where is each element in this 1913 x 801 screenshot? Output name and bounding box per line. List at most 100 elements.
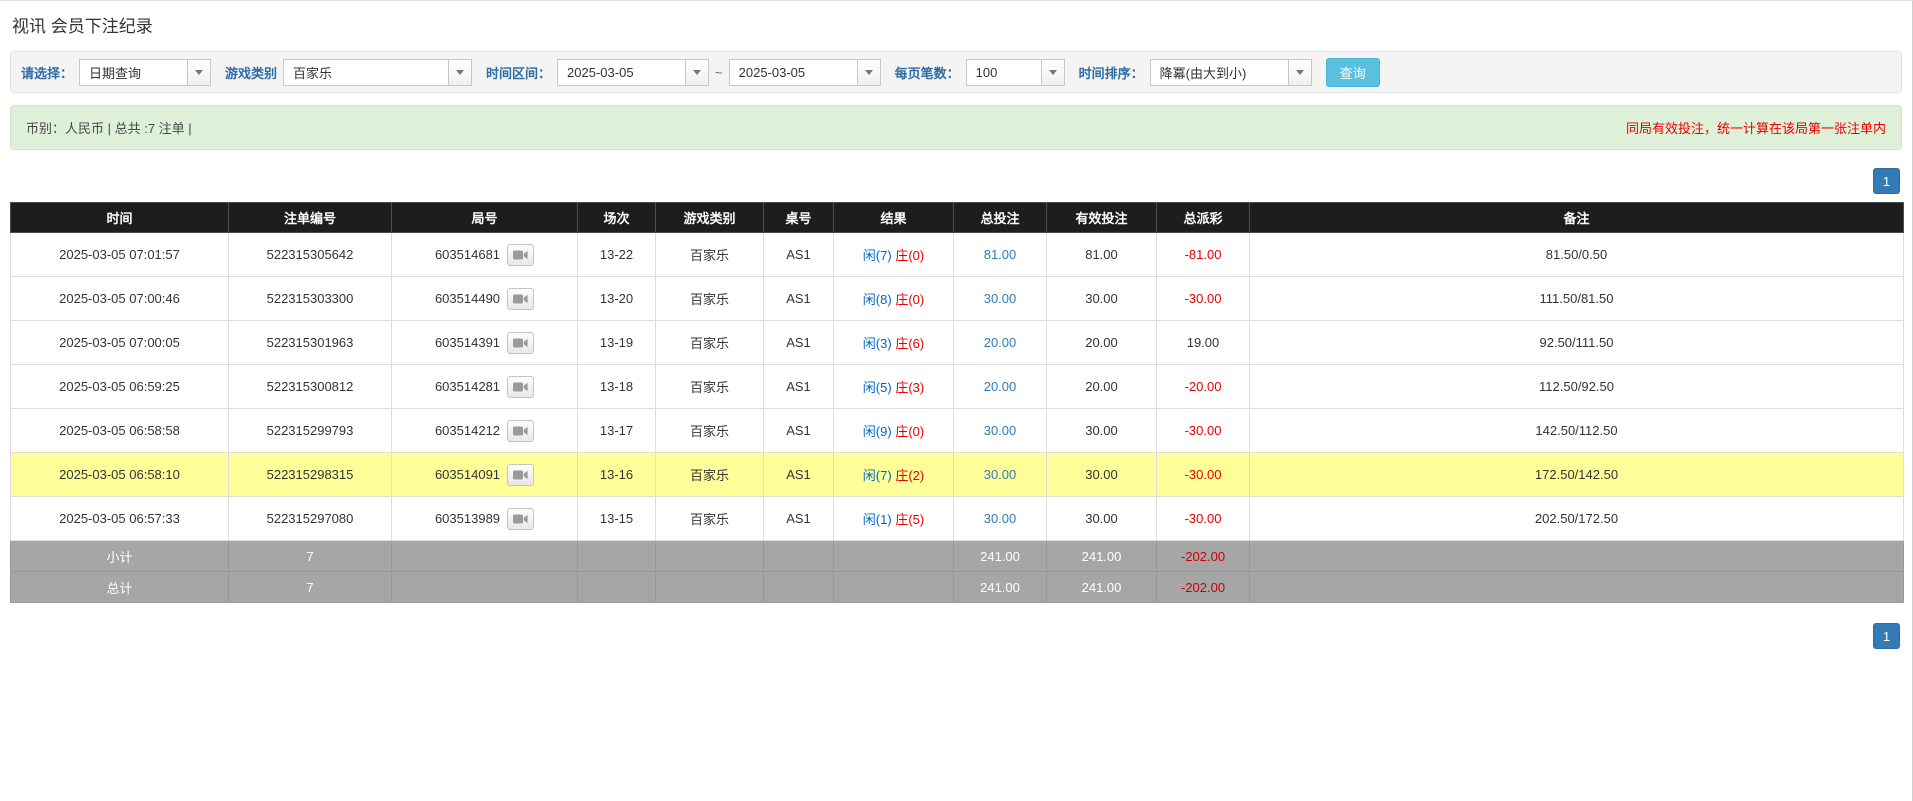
column-header: 结果: [834, 203, 954, 233]
column-header: 时间: [11, 203, 229, 233]
video-replay-button[interactable]: [507, 420, 534, 442]
game-type-select[interactable]: 百家乐: [283, 59, 472, 86]
chevron-down-icon[interactable]: [1288, 59, 1312, 86]
total-bet-link[interactable]: 20.00: [984, 335, 1017, 350]
cell-remark: 172.50/142.50: [1250, 453, 1904, 497]
sort-label: 时间排序：: [1079, 63, 1144, 82]
cell-table-no: AS1: [764, 497, 834, 541]
round-number: 603514212: [435, 423, 500, 438]
video-replay-button[interactable]: [507, 244, 534, 266]
pagination-bottom: 1: [12, 623, 1900, 649]
cell-result: 闲(7) 庄(0): [834, 233, 954, 277]
sort-select[interactable]: 降冪(由大到小): [1150, 59, 1312, 86]
table-row: 2025-03-05 06:58:10522315298315603514091…: [11, 453, 1904, 497]
cell-payout: -30.00: [1157, 497, 1250, 541]
cell-total-bet: 20.00: [954, 321, 1047, 365]
cell-game-type: 百家乐: [656, 453, 764, 497]
per-page-select[interactable]: 100: [966, 59, 1065, 86]
cell-total-bet: 30.00: [954, 453, 1047, 497]
video-camera-icon: [513, 513, 528, 525]
result-banker: 庄(0): [895, 424, 924, 439]
betting-records-table: 时间注单编号局号场次游戏类别桌号结果总投注有效投注总派彩备注 2025-03-0…: [10, 202, 1904, 603]
page-1-button[interactable]: 1: [1873, 623, 1900, 649]
table-header-row: 时间注单编号局号场次游戏类别桌号结果总投注有效投注总派彩备注: [11, 203, 1904, 233]
total-total-bet: 241.00: [954, 572, 1047, 603]
total-bet-link[interactable]: 30.00: [984, 291, 1017, 306]
video-replay-button[interactable]: [507, 508, 534, 530]
page-1-button[interactable]: 1: [1873, 168, 1900, 194]
caret-glyph: [195, 70, 203, 75]
summary-bar: 币别：人民币 | 总共 :7 注单 | 同局有效投注，统一计算在该局第一张注单内: [10, 105, 1902, 150]
currency-total-info: 币别：人民币 | 总共 :7 注单 |: [26, 118, 192, 137]
total-bet-link[interactable]: 30.00: [984, 511, 1017, 526]
cell-result: 闲(7) 庄(2): [834, 453, 954, 497]
cell-remark: 81.50/0.50: [1250, 233, 1904, 277]
result-player: 闲(7): [863, 248, 892, 263]
total-label: 总计: [11, 572, 229, 603]
cell-total-bet: 81.00: [954, 233, 1047, 277]
video-camera-icon: [513, 293, 528, 305]
total-bet-link[interactable]: 81.00: [984, 247, 1017, 262]
video-replay-button[interactable]: [507, 376, 534, 398]
cell-session: 13-15: [578, 497, 656, 541]
time-range-group: 时间区间： 2025-03-05 ~ 2025-03-05: [486, 59, 881, 86]
chevron-down-icon[interactable]: [685, 59, 709, 86]
time-range-label: 时间区间：: [486, 63, 551, 82]
column-header: 备注: [1250, 203, 1904, 233]
cell-bet-id: 522315305642: [229, 233, 392, 277]
search-button[interactable]: 查询: [1326, 58, 1380, 87]
cell-table-no: AS1: [764, 321, 834, 365]
total-bet-link[interactable]: 30.00: [984, 467, 1017, 482]
cell-game-type: 百家乐: [656, 365, 764, 409]
chevron-down-icon[interactable]: [1041, 59, 1065, 86]
date-from-value: 2025-03-05: [557, 59, 685, 86]
total-row: 总计 7 241.00 241.00 -202.00: [11, 572, 1904, 603]
column-header: 有效投注: [1047, 203, 1157, 233]
chevron-down-icon[interactable]: [857, 59, 881, 86]
cell-total-bet: 30.00: [954, 277, 1047, 321]
video-replay-button[interactable]: [507, 288, 534, 310]
video-replay-button[interactable]: [507, 464, 534, 486]
table-row: 2025-03-05 06:59:25522315300812603514281…: [11, 365, 1904, 409]
date-to-picker[interactable]: 2025-03-05: [729, 59, 881, 86]
cell-time: 2025-03-05 07:01:57: [11, 233, 229, 277]
column-header: 游戏类别: [656, 203, 764, 233]
video-replay-button[interactable]: [507, 332, 534, 354]
pagination-top: 1: [12, 168, 1900, 194]
total-count: 7: [229, 572, 392, 603]
cell-remark: 92.50/111.50: [1250, 321, 1904, 365]
cell-bet-id: 522315298315: [229, 453, 392, 497]
cell-valid-bet: 81.00: [1047, 233, 1157, 277]
subtotal-row: 小计 7 241.00 241.00 -202.00: [11, 541, 1904, 572]
result-banker: 庄(3): [895, 380, 924, 395]
total-bet-link[interactable]: 30.00: [984, 423, 1017, 438]
date-from-picker[interactable]: 2025-03-05: [557, 59, 709, 86]
caret-glyph: [865, 70, 873, 75]
cell-payout: -30.00: [1157, 409, 1250, 453]
table-row: 2025-03-05 06:57:33522315297080603513989…: [11, 497, 1904, 541]
result-player: 闲(9): [863, 424, 892, 439]
cell-table-no: AS1: [764, 277, 834, 321]
chevron-down-icon[interactable]: [187, 59, 211, 86]
cell-total-bet: 30.00: [954, 409, 1047, 453]
cell-game-type: 百家乐: [656, 497, 764, 541]
cell-bet-id: 522315299793: [229, 409, 392, 453]
total-bet-link[interactable]: 20.00: [984, 379, 1017, 394]
result-player: 闲(5): [863, 380, 892, 395]
per-page-group: 每页笔数： 100: [895, 59, 1065, 86]
cell-table-no: AS1: [764, 365, 834, 409]
result-player: 闲(8): [863, 292, 892, 307]
result-player: 闲(7): [863, 468, 892, 483]
caret-glyph: [456, 70, 464, 75]
chevron-down-icon[interactable]: [448, 59, 472, 86]
cell-round: 603514091: [392, 453, 578, 497]
cell-total-bet: 30.00: [954, 497, 1047, 541]
query-mode-select[interactable]: 日期查询: [79, 59, 211, 86]
cell-total-bet: 20.00: [954, 365, 1047, 409]
cell-result: 闲(5) 庄(3): [834, 365, 954, 409]
result-banker: 庄(0): [895, 292, 924, 307]
cell-valid-bet: 30.00: [1047, 277, 1157, 321]
cell-time: 2025-03-05 06:58:58: [11, 409, 229, 453]
cell-valid-bet: 30.00: [1047, 453, 1157, 497]
cell-result: 闲(9) 庄(0): [834, 409, 954, 453]
